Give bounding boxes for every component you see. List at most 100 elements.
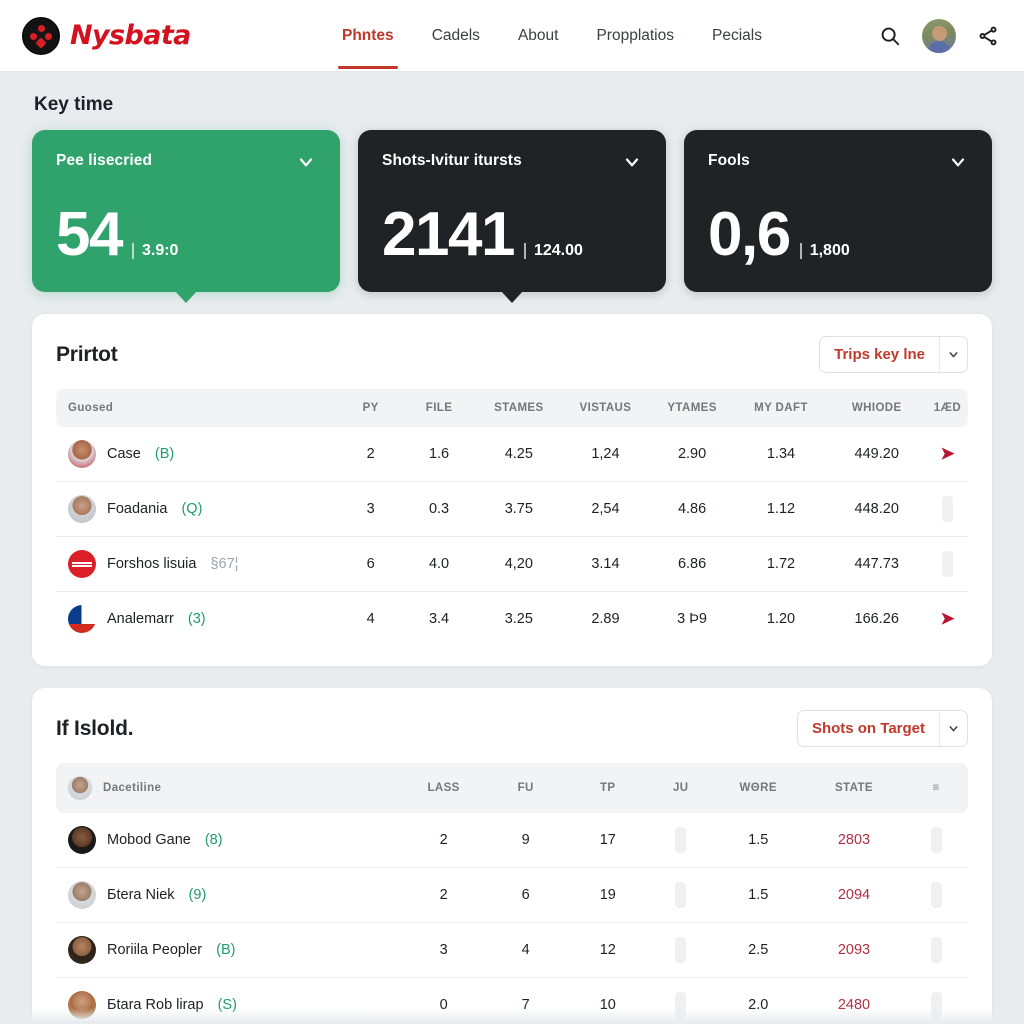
- col-py[interactable]: PY: [339, 389, 403, 427]
- nav-item-cadels[interactable]: Cadels: [430, 3, 482, 69]
- brand-logo-group[interactable]: Nysbata: [22, 16, 191, 55]
- player-cell[interactable]: Бtara Rob lirap (S): [56, 978, 403, 1024]
- primary-nav: Phntes Cadels About Propplatios Pecials: [338, 0, 764, 72]
- cell-overflow: [904, 922, 968, 978]
- cell-whiode: 166.26: [854, 611, 899, 627]
- table-row[interactable]: Roriila Peopler (B) 3 4 12 2.5 2093: [56, 922, 968, 978]
- col-lass[interactable]: LASS: [403, 763, 485, 813]
- col-menu-icon[interactable]: ≡: [904, 763, 968, 813]
- col-state[interactable]: STATE: [804, 763, 904, 813]
- cell-state: 2094: [803, 867, 905, 923]
- player-cell[interactable]: Roriila Peopler (B): [56, 922, 403, 978]
- cell-stames: 3.75: [475, 481, 563, 537]
- table-row[interactable]: Бtera Niek (9) 2 6 19 1.5 2094: [56, 867, 968, 923]
- nav-item-about[interactable]: About: [516, 3, 561, 69]
- table-row[interactable]: Mobod Gane (8) 2 9 17 1.5 2803: [56, 813, 968, 868]
- player-name: Бtera Niek: [107, 887, 175, 903]
- placeholder-bar: [930, 827, 942, 853]
- chevron-down-icon[interactable]: [939, 337, 967, 372]
- stat-card-pee-lisecried[interactable]: Pee lisecried 54 3.9:0: [32, 130, 340, 303]
- player-avatar: [68, 826, 96, 854]
- chevron-down-icon[interactable]: [622, 152, 642, 172]
- table-row[interactable]: Analemarr (3) 4 3.4 3.25 2.89 3 Þ9 1.20 …: [56, 592, 968, 647]
- panel-title: If Islold.: [56, 716, 134, 740]
- search-icon[interactable]: [876, 22, 904, 50]
- player-tag: (S): [217, 997, 237, 1013]
- player-cell[interactable]: Case (B): [56, 427, 339, 482]
- cell-lass: 0: [439, 997, 448, 1013]
- avatar[interactable]: [922, 19, 956, 53]
- col-ju[interactable]: JU: [649, 763, 713, 813]
- cell-file: 0.3: [402, 481, 476, 537]
- cell-stames: 4,20: [475, 536, 563, 592]
- player-avatar: [68, 495, 96, 523]
- placeholder-bar: [675, 882, 687, 908]
- player-name: Foadania: [107, 501, 168, 517]
- col-dacetiline[interactable]: Dacetiline: [56, 763, 403, 813]
- cell-vistaus: 3.14: [562, 536, 649, 592]
- player-cell[interactable]: Бtera Niek (9): [56, 867, 403, 923]
- player-cell[interactable]: Analemarr (3): [56, 592, 339, 647]
- chevron-down-icon[interactable]: [948, 152, 968, 172]
- player-tag: §67¦: [210, 556, 239, 572]
- cell-file: 1.6: [402, 427, 476, 482]
- table-row[interactable]: Forshos lisuia §67¦ 6 4.0 4,20 3.14 6.86…: [56, 536, 968, 592]
- cell-tp: 10: [599, 997, 616, 1013]
- col-guosed[interactable]: Guosed: [56, 389, 339, 427]
- cell-tp: 12: [566, 922, 649, 978]
- cell-ju: [648, 867, 713, 923]
- col-tp[interactable]: TP: [567, 763, 649, 813]
- table-row[interactable]: Case (B) 2 1.6 4.25 1,24 2.90 1.34 449.2…: [56, 427, 968, 482]
- nav-item-phntes[interactable]: Phntes: [338, 3, 398, 69]
- nav-actions: [876, 0, 1002, 72]
- col-vistaus[interactable]: VISTAUS: [562, 389, 649, 427]
- cell-vistaus: 1,24: [562, 427, 649, 482]
- col-overflow[interactable]: 1ÆD: [927, 389, 968, 427]
- player-tag: (Q): [181, 501, 203, 517]
- stat-card-label: Pee lisecried: [56, 152, 153, 169]
- player-avatar: [68, 550, 96, 578]
- stats-table-one: Guosed PY FILE STAMES VISTAUS YTAMES MY …: [56, 389, 968, 646]
- col-whiode[interactable]: WHIODE: [827, 389, 927, 427]
- col-wore[interactable]: WΘRE: [713, 763, 804, 813]
- stat-card-shots[interactable]: Shots-Ivitur itursts 2141 124.00: [358, 130, 666, 303]
- select-label: Shots on Target: [811, 720, 925, 737]
- player-tag: (B): [154, 446, 175, 462]
- cell-tp: 19: [566, 867, 649, 923]
- share-icon[interactable]: [974, 22, 1002, 50]
- player-tag: (3): [187, 611, 206, 627]
- col-my-daft[interactable]: MY DAFT: [735, 389, 826, 427]
- chevron-down-icon[interactable]: [296, 152, 316, 172]
- stat-card-value: 0,6: [708, 200, 791, 269]
- col-fu[interactable]: FU: [485, 763, 567, 813]
- chevron-down-icon[interactable]: [939, 711, 967, 746]
- player-cell[interactable]: Forshos lisuia §67¦: [56, 536, 339, 592]
- cell-py: 6: [338, 536, 403, 592]
- table-header-row: Guosed PY FILE STAMES VISTAUS YTAMES MY …: [56, 389, 968, 427]
- stat-card-subvalue: 3.9:0: [131, 242, 178, 260]
- stat-card-label: Fools: [708, 152, 750, 169]
- cell-tp: 17: [566, 813, 649, 868]
- cell-fu: 9: [484, 813, 567, 868]
- cell-my-daft: 1.12: [735, 481, 827, 537]
- nav-item-propplatios[interactable]: Propplatios: [594, 3, 676, 69]
- stat-card-subvalue: 1,800: [799, 242, 850, 260]
- cell-ju: [648, 813, 713, 868]
- cell-wore: 2.0: [748, 997, 769, 1013]
- player-cell[interactable]: Mobod Gane (8): [56, 813, 403, 868]
- nav-item-pecials[interactable]: Pecials: [710, 3, 764, 69]
- player-avatar: [68, 440, 96, 468]
- trips-key-line-select[interactable]: Trips key lne: [819, 336, 968, 373]
- page-title: Key time: [34, 94, 114, 115]
- stat-card-fools[interactable]: Fools 0,6 1,800: [684, 130, 992, 292]
- shots-on-target-select[interactable]: Shots on Target: [796, 710, 968, 747]
- arrow-indicator-icon: ➤: [940, 444, 955, 463]
- cell-py: 4: [366, 611, 375, 627]
- table-row[interactable]: Foadania (Q) 3 0.3 3.75 2,54 4.86 1.12 4…: [56, 481, 968, 537]
- player-cell[interactable]: Foadania (Q): [56, 481, 339, 537]
- table-row[interactable]: Бtara Rob lirap (S) 0 7 10 2.0 2480: [56, 978, 968, 1024]
- col-stames[interactable]: STAMES: [476, 389, 563, 427]
- col-file[interactable]: FILE: [403, 389, 476, 427]
- col-ytames[interactable]: YTAMES: [649, 389, 736, 427]
- cell-state: 2480: [837, 997, 871, 1013]
